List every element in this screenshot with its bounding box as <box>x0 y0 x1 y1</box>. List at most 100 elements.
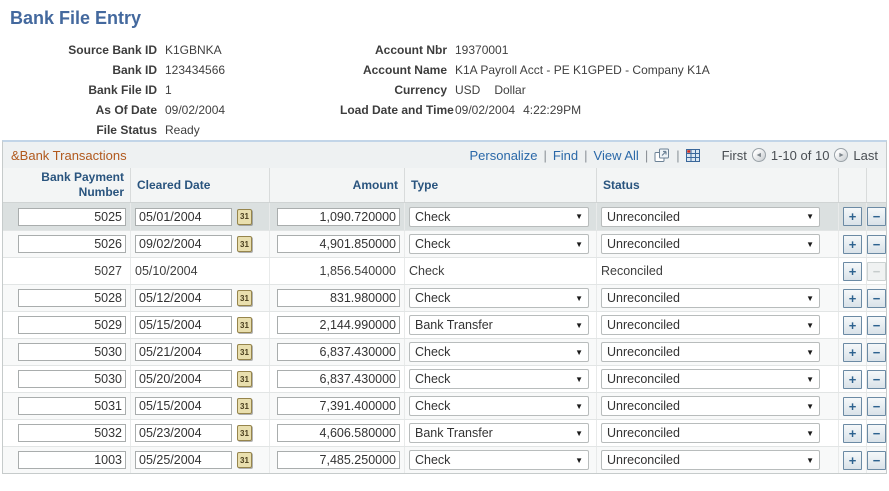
add-row-button[interactable]: + <box>843 315 862 335</box>
status-select[interactable]: Unreconciled ▼ <box>601 450 820 470</box>
calendar-icon[interactable]: 31 <box>237 452 252 468</box>
cleared-date-input[interactable] <box>135 424 232 442</box>
cleared-date-input[interactable] <box>135 235 232 253</box>
delete-row-button[interactable]: − <box>867 396 886 416</box>
cleared-date-input[interactable] <box>135 397 232 415</box>
type-select[interactable]: Bank Transfer ▼ <box>409 315 589 335</box>
personalize-link[interactable]: Personalize <box>470 148 538 163</box>
add-row-button[interactable]: + <box>843 423 862 443</box>
delete-row-button[interactable]: − <box>867 288 886 308</box>
amount-input[interactable] <box>277 235 400 253</box>
separator: | <box>676 147 680 163</box>
bank-payment-number-input[interactable] <box>18 289 126 307</box>
chevron-down-icon: ▼ <box>806 347 814 357</box>
status-selected-value: Unreconciled <box>607 318 680 332</box>
bank-payment-number-cell <box>3 447 130 473</box>
delete-row-button[interactable]: − <box>867 450 886 470</box>
chevron-down-icon: ▼ <box>806 212 814 221</box>
amount-input[interactable] <box>277 397 400 415</box>
amount-input[interactable] <box>277 316 400 334</box>
amount-input[interactable] <box>277 370 400 388</box>
status-select[interactable]: Unreconciled ▼ <box>601 396 820 416</box>
type-select[interactable]: Check ▼ <box>409 450 589 470</box>
status-select[interactable]: Unreconciled ▼ <box>601 234 820 254</box>
delete-row-button: − <box>867 261 886 281</box>
calendar-icon[interactable]: 31 <box>237 208 252 225</box>
cleared-date-input[interactable] <box>135 343 232 361</box>
calendar-icon[interactable]: 31 <box>237 236 252 252</box>
chevron-down-icon: ▼ <box>806 320 814 330</box>
type-select[interactable]: Check ▼ <box>409 369 589 389</box>
status-select[interactable]: Unreconciled ▼ <box>601 288 820 308</box>
bank-payment-number-input[interactable] <box>18 316 126 334</box>
add-row-button[interactable]: + <box>843 342 862 362</box>
load-time: 4:22:29PM <box>523 103 582 117</box>
page-title: Bank File Entry <box>10 8 142 28</box>
type-selected-value: Bank Transfer <box>415 318 493 332</box>
delete-row-button[interactable]: − <box>867 369 886 389</box>
status-select[interactable]: Unreconciled ▼ <box>601 315 820 335</box>
add-row-button[interactable]: + <box>843 369 862 389</box>
grid-rows: 31 Check ▼ Unreconciled ▼ + − 31 <box>3 203 886 473</box>
type-select[interactable]: Check ▼ <box>409 396 589 416</box>
delete-row-button[interactable]: − <box>867 207 886 226</box>
status-select[interactable]: Unreconciled ▼ <box>601 423 820 443</box>
add-row-button[interactable]: + <box>843 207 862 226</box>
next-page-button[interactable]: ► <box>834 148 849 162</box>
status-select[interactable]: Unreconciled ▼ <box>601 206 820 227</box>
cleared-date-input[interactable] <box>135 289 232 307</box>
cleared-date-input[interactable] <box>135 316 232 334</box>
status-select[interactable]: Unreconciled ▼ <box>601 342 820 362</box>
type-select[interactable]: Check ▼ <box>409 342 589 362</box>
bank-transactions-grid: &Bank Transactions Personalize | Find | … <box>2 140 887 474</box>
add-row-button[interactable]: + <box>843 261 862 281</box>
add-row-button[interactable]: + <box>843 396 862 416</box>
delete-row-button[interactable]: − <box>867 342 886 362</box>
delete-row-button[interactable]: − <box>867 423 886 443</box>
delete-row-button[interactable]: − <box>867 234 886 254</box>
zoom-grid-icon[interactable] <box>654 148 670 163</box>
previous-page-button[interactable]: ◄ <box>751 148 766 162</box>
find-link[interactable]: Find <box>553 148 578 163</box>
bank-payment-number-input[interactable] <box>18 235 126 253</box>
amount-input[interactable] <box>277 289 400 307</box>
add-row-cell: + <box>838 203 866 230</box>
bank-payment-number-input[interactable] <box>18 397 126 415</box>
amount-cell <box>269 285 404 311</box>
add-row-button[interactable]: + <box>843 450 862 470</box>
calendar-icon[interactable]: 31 <box>237 398 252 414</box>
bank-payment-number-input[interactable] <box>18 370 126 388</box>
type-select[interactable]: Check ▼ <box>409 234 589 254</box>
view-all-link[interactable]: View All <box>594 148 639 163</box>
bank-payment-number-input[interactable] <box>18 451 126 469</box>
calendar-icon[interactable]: 31 <box>237 290 252 306</box>
cleared-date-input[interactable] <box>135 370 232 388</box>
cleared-date-input[interactable] <box>135 451 232 469</box>
type-select[interactable]: Bank Transfer ▼ <box>409 423 589 443</box>
calendar-icon[interactable]: 31 <box>237 317 252 333</box>
calendar-icon[interactable]: 31 <box>237 425 252 441</box>
bank-payment-number-input[interactable] <box>18 343 126 361</box>
chevron-down-icon: ▼ <box>575 212 583 221</box>
status-selected-value: Unreconciled <box>607 372 680 386</box>
cleared-date-input[interactable] <box>135 207 232 226</box>
amount-input[interactable] <box>277 343 400 361</box>
amount-input[interactable] <box>277 207 400 226</box>
add-row-button[interactable]: + <box>843 234 862 254</box>
download-to-excel-icon[interactable] <box>685 148 700 162</box>
add-row-button[interactable]: + <box>843 288 862 308</box>
delete-row-button[interactable]: − <box>867 315 886 335</box>
amount-input[interactable] <box>277 451 400 469</box>
status-select[interactable]: Unreconciled ▼ <box>601 369 820 389</box>
calendar-icon[interactable]: 31 <box>237 344 252 360</box>
chevron-down-icon: ▼ <box>806 293 814 303</box>
calendar-icon[interactable]: 31 <box>237 371 252 387</box>
amount-input[interactable] <box>277 424 400 442</box>
add-row-cell: + <box>838 366 866 392</box>
bank-payment-number-input[interactable] <box>18 424 126 442</box>
status-cell: Unreconciled ▼ <box>596 339 838 365</box>
add-row-cell: + <box>838 339 866 365</box>
type-select[interactable]: Check ▼ <box>409 288 589 308</box>
type-select[interactable]: Check ▼ <box>409 206 589 227</box>
bank-payment-number-input[interactable] <box>18 207 126 226</box>
